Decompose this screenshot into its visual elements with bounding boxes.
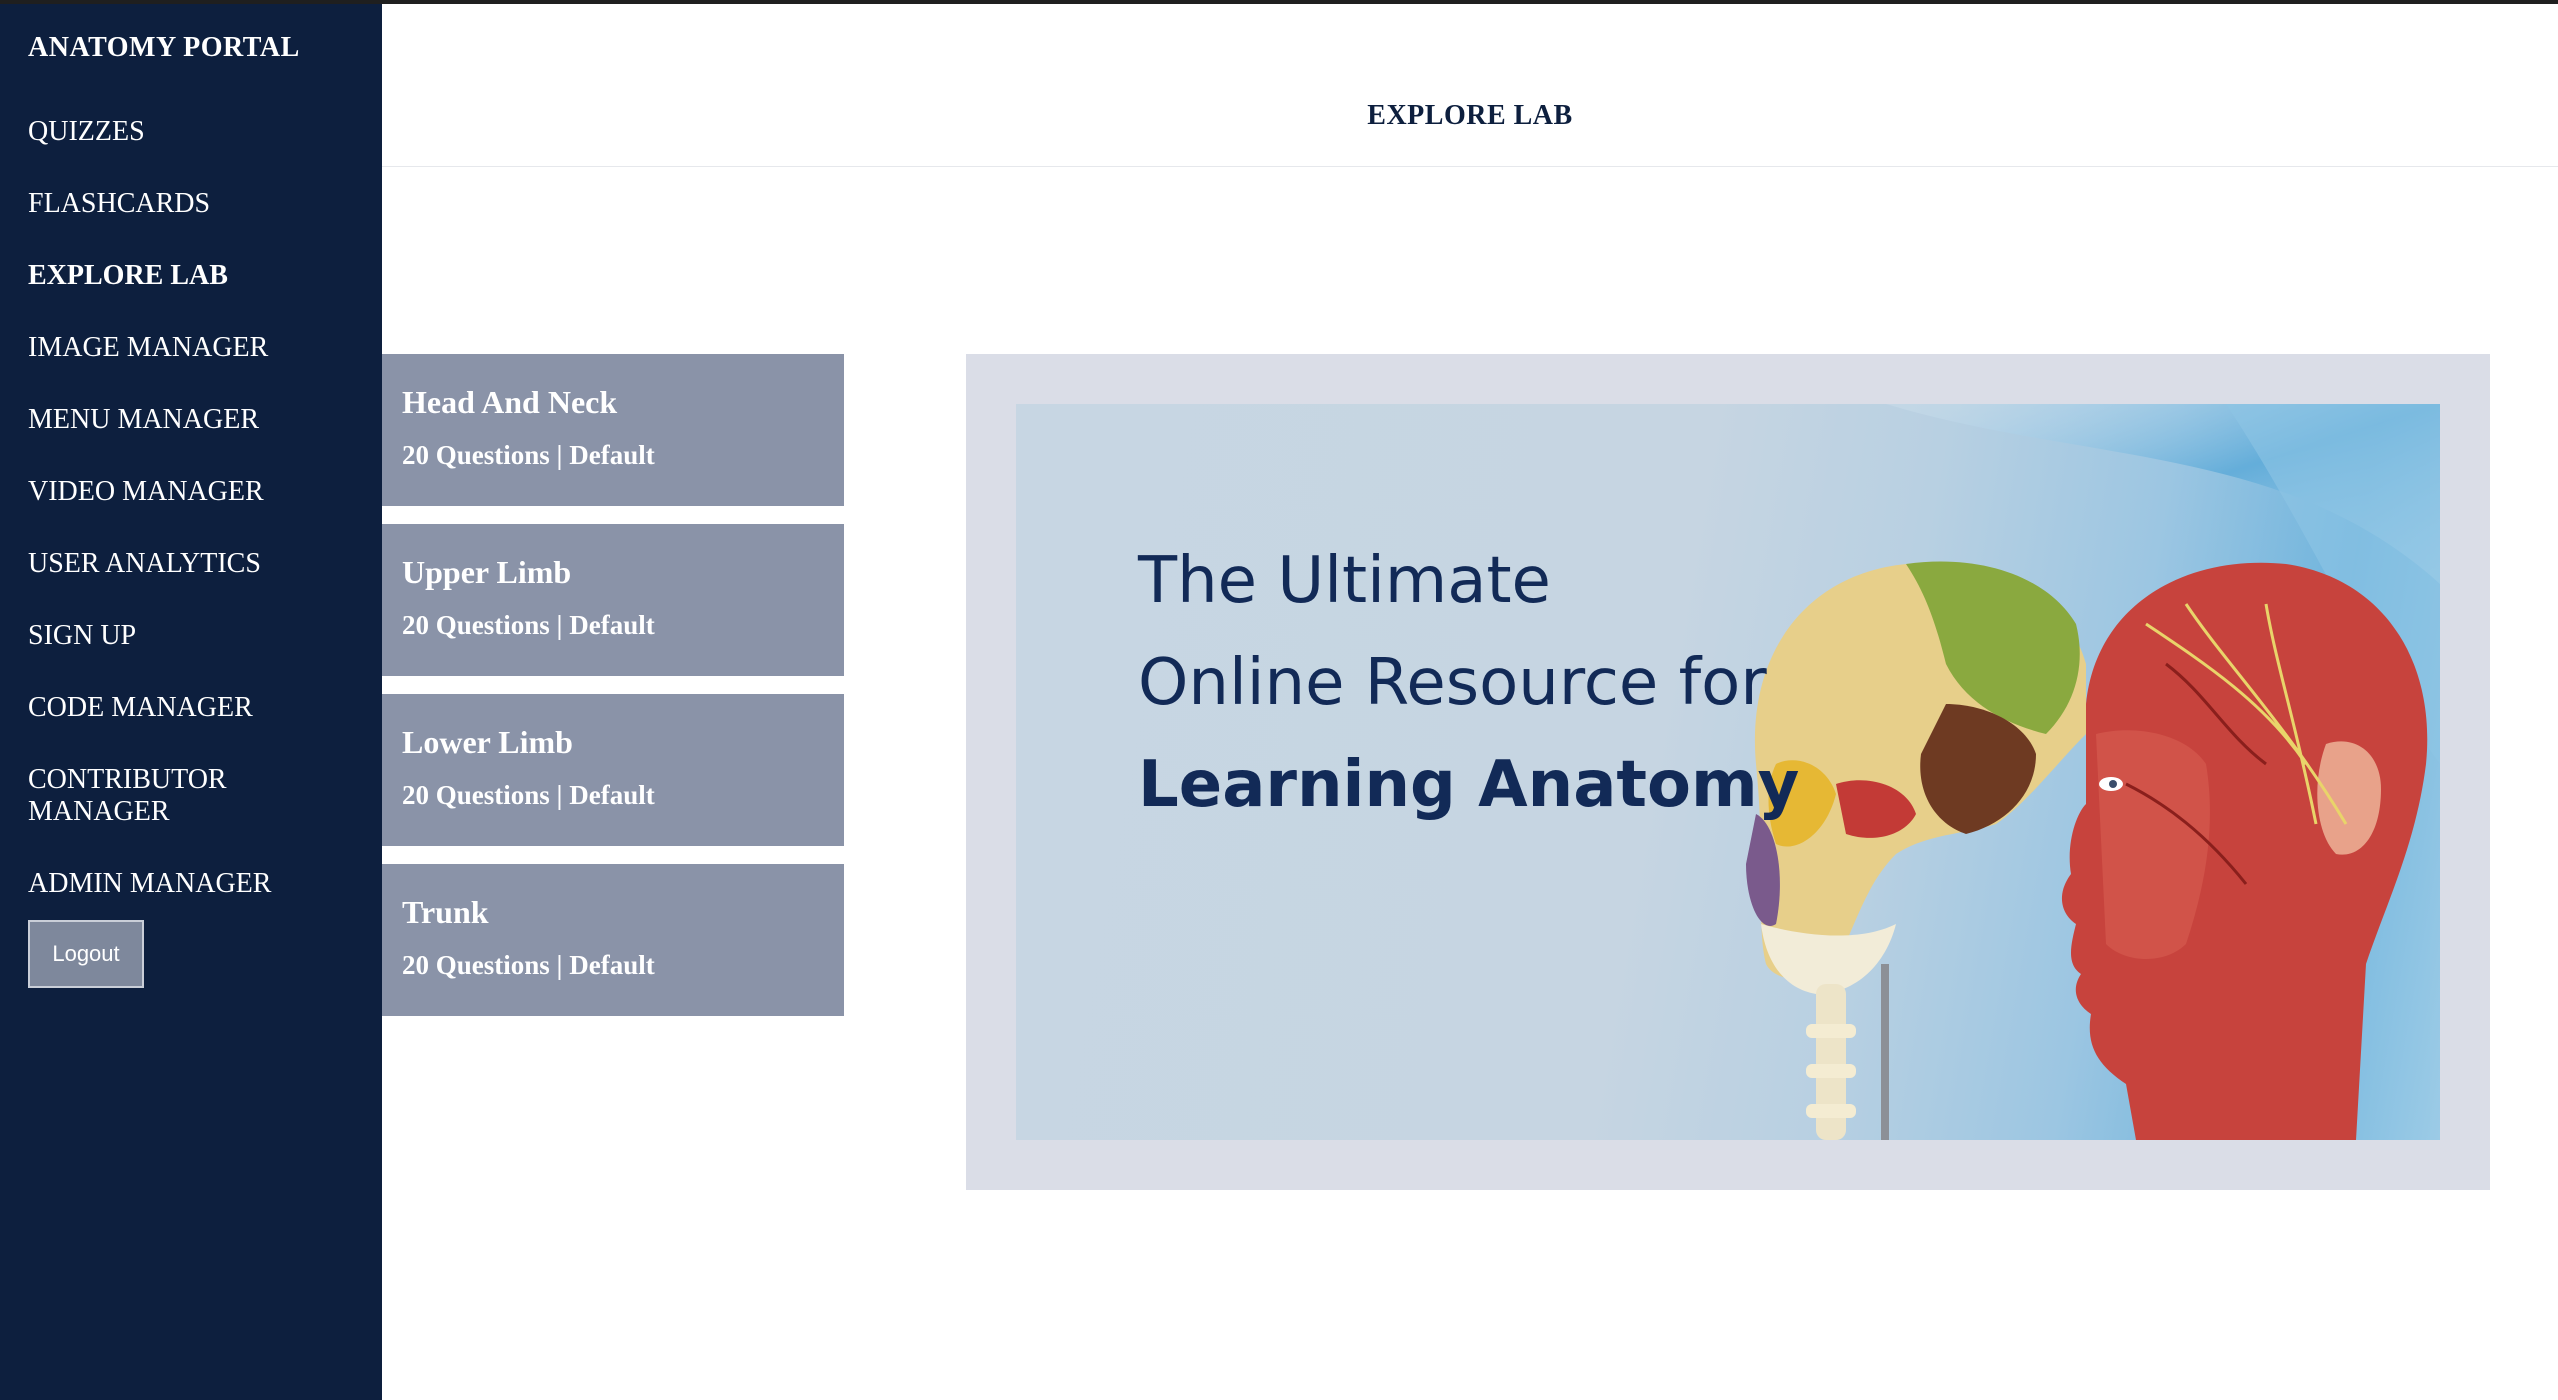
sidebar-item-image-manager[interactable]: IMAGE MANAGER (28, 332, 358, 364)
region-card-title: Trunk (402, 894, 489, 930)
sidebar-item-flashcards[interactable]: FLASHCARDS (28, 188, 358, 220)
region-card-trunk[interactable]: Trunk 20 Questions | Default (382, 864, 844, 1016)
sidebar-item-menu-manager[interactable]: MENU MANAGER (28, 404, 358, 436)
app-brand[interactable]: ANATOMY PORTAL (28, 32, 300, 64)
region-card-title: Head And Neck (402, 384, 618, 420)
sidebar-item-user-analytics[interactable]: USER ANALYTICS (28, 548, 358, 580)
sidebar: ANATOMY PORTAL QUIZZES FLASHCARDS EXPLOR… (0, 4, 382, 1400)
page-header: EXPLORE LAB (382, 4, 2558, 167)
region-card-head-and-neck[interactable]: Head And Neck 20 Questions | Default (382, 354, 844, 506)
region-card-title: Upper Limb (402, 554, 572, 590)
hero-banner-frame: The Ultimate Online Resource for Learnin… (966, 354, 2490, 1190)
region-card-meta: 20 Questions | Default (402, 610, 655, 640)
sidebar-item-quizzes[interactable]: QUIZZES (28, 116, 358, 148)
banner-headline-line-2: Online Resource for (1138, 646, 1767, 720)
sidebar-item-sign-up[interactable]: SIGN UP (28, 620, 358, 652)
region-card-title: Lower Limb (402, 724, 573, 760)
sidebar-item-contributor-manager[interactable]: CONTRIBUTOR MANAGER (28, 764, 258, 828)
region-card-meta: 20 Questions | Default (402, 780, 655, 810)
banner-headline-line-3: Learning Anatomy (1138, 748, 1800, 822)
sidebar-item-admin-manager[interactable]: ADMIN MANAGER (28, 868, 358, 900)
banner-headline-line-1: The Ultimate (1138, 544, 1551, 618)
logout-button[interactable]: Logout (28, 920, 144, 988)
region-card-lower-limb[interactable]: Lower Limb 20 Questions | Default (382, 694, 844, 846)
page-title: EXPLORE LAB (1367, 100, 1573, 131)
sidebar-item-explore-lab[interactable]: EXPLORE LAB (28, 260, 358, 292)
region-card-meta: 20 Questions | Default (402, 950, 655, 980)
region-card-meta: 20 Questions | Default (402, 440, 655, 470)
sidebar-item-video-manager[interactable]: VIDEO MANAGER (28, 476, 358, 508)
hero-banner-image: The Ultimate Online Resource for Learnin… (1016, 404, 2440, 1140)
region-card-upper-limb[interactable]: Upper Limb 20 Questions | Default (382, 524, 844, 676)
sidebar-item-code-manager[interactable]: CODE MANAGER (28, 692, 358, 724)
